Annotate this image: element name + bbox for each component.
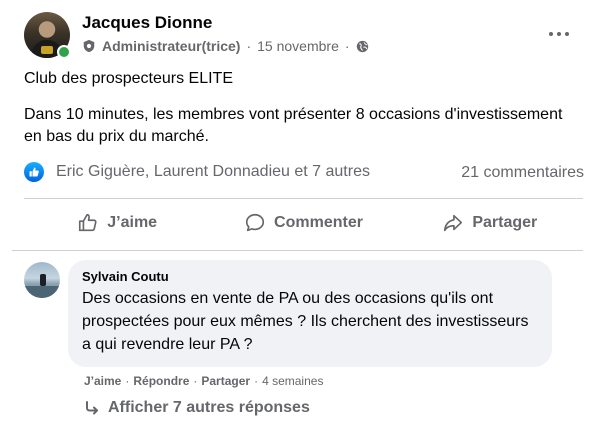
comment-button[interactable]: Commenter [210,200,396,246]
comment-author[interactable]: Sylvain Coutu [82,269,538,284]
reactors-list[interactable]: Eric Giguère, Laurent Donnadieu et 7 aut… [56,163,370,181]
post-body: Dans 10 minutes, les membres vont présen… [24,106,563,145]
comment-text: Des occasions en vente de PA ou des occa… [82,290,529,353]
comments-count[interactable]: 21 commentaires [461,164,584,182]
divider [12,250,583,251]
like-button[interactable]: J’aime [24,200,210,246]
comment-actions-separator: · [125,374,130,388]
post-meta: Administrateur(trice) · 15 novembre · [82,38,369,54]
reactions-summary[interactable]: Eric Giguère, Laurent Donnadieu et 7 aut… [24,162,370,182]
comment-share-link[interactable]: Partager [201,374,250,388]
post-date[interactable]: 15 novembre [257,38,339,54]
divider [24,198,583,199]
online-status-indicator [57,45,71,59]
post-action-bar: J’aime Commenter Partager [24,200,583,246]
comment-bubble: Sylvain Coutu Des occasions en vente de … [68,260,552,367]
admin-badge-icon [83,39,95,53]
comment-actions: J’aime · Répondre · Partager · 4 semaine… [84,374,323,388]
comment-actions-separator: · [254,374,259,388]
comment-like-link[interactable]: J’aime [84,374,121,388]
comment-icon [245,213,265,232]
comment-button-label: Commenter [274,214,363,231]
post-title: Club des prospecteurs ELITE [24,70,233,87]
view-more-replies-label: Afficher 7 autres réponses [108,399,310,416]
share-button-label: Partager [472,214,538,231]
commenter-avatar[interactable] [24,262,60,298]
author-role[interactable]: Administrateur(trice) [102,38,240,54]
like-button-label: J’aime [107,214,158,231]
author-name[interactable]: Jacques Dionne [82,13,212,33]
share-button[interactable]: Partager [397,200,583,246]
share-icon [444,214,463,232]
globe-icon[interactable] [356,40,369,53]
meta-separator: · [344,38,350,54]
feed-post: Jacques Dionne Administrateur(trice) · 1… [0,0,589,426]
meta-separator: · [246,38,252,54]
comment-timestamp[interactable]: 4 semaines [262,374,323,388]
view-more-replies-button[interactable]: Afficher 7 autres réponses [84,399,310,417]
author-avatar[interactable] [24,12,71,59]
thumbs-up-icon [79,213,97,232]
like-reaction-icon [24,162,44,182]
comment-actions-separator: · [193,374,198,388]
reply-arrow-icon [86,401,98,415]
more-options-icon[interactable] [543,20,575,48]
comment-reply-link[interactable]: Répondre [133,374,189,388]
